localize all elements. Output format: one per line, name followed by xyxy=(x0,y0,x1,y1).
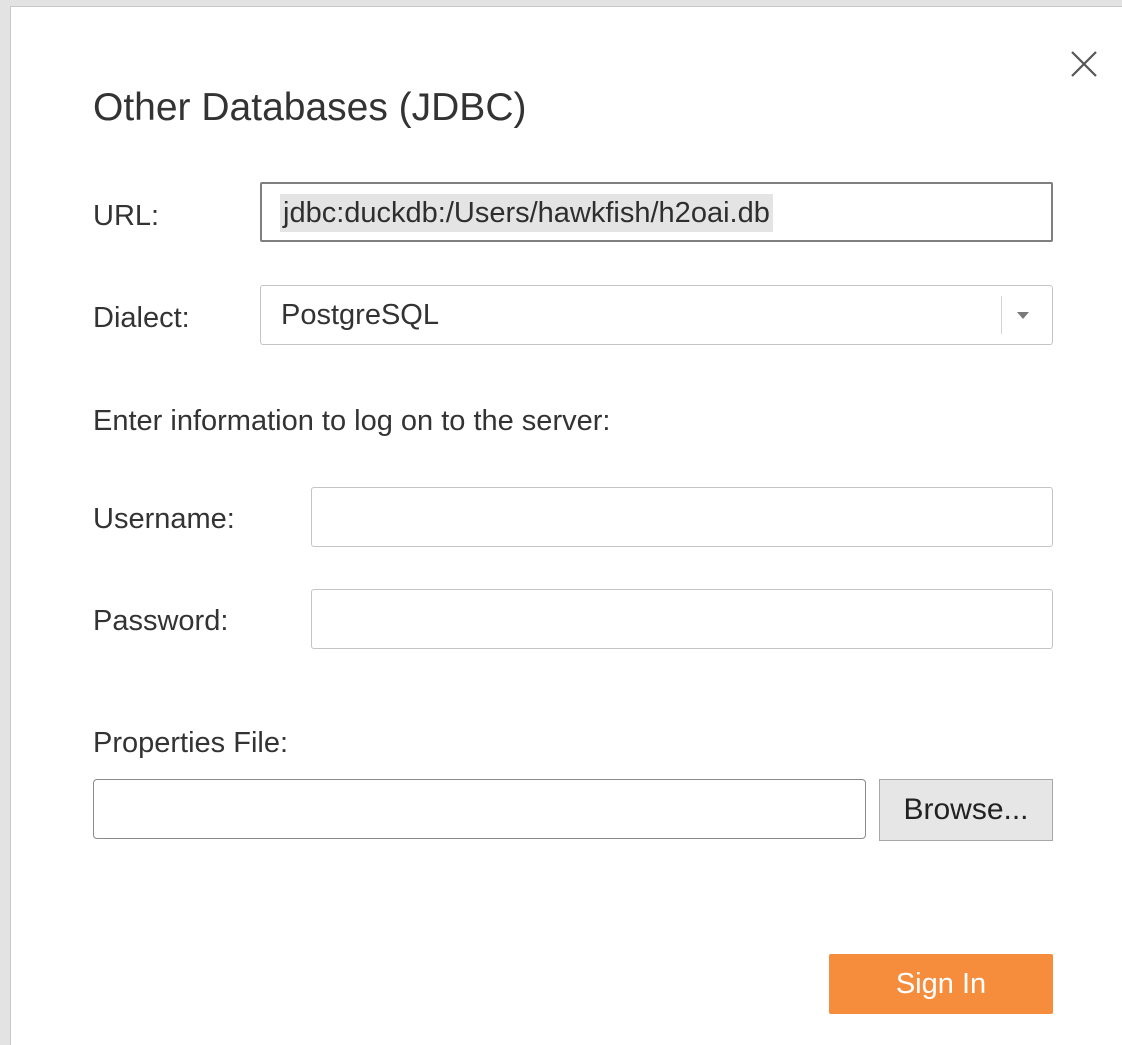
dialect-select[interactable]: PostgreSQL xyxy=(260,285,1053,345)
dialog-title: Other Databases (JDBC) xyxy=(93,86,527,129)
url-value-text: jdbc:duckdb:/Users/hawkfish/h2oai.db xyxy=(280,194,773,232)
chevron-down-icon[interactable] xyxy=(1015,308,1031,322)
sign-in-button[interactable]: Sign In xyxy=(829,954,1053,1014)
properties-file-input[interactable] xyxy=(93,779,866,839)
select-divider xyxy=(1001,296,1002,334)
dialect-selected-value: PostgreSQL xyxy=(281,299,439,331)
url-label: URL: xyxy=(93,200,160,232)
dialect-label: Dialect: xyxy=(93,302,190,334)
username-label: Username: xyxy=(93,503,235,535)
properties-file-label: Properties File: xyxy=(93,727,289,759)
password-input[interactable] xyxy=(311,589,1053,649)
url-field[interactable]: jdbc:duckdb:/Users/hawkfish/h2oai.db xyxy=(260,182,1053,242)
username-input[interactable] xyxy=(311,487,1053,547)
password-label: Password: xyxy=(93,605,229,637)
jdbc-connection-dialog: Other Databases (JDBC) URL: jdbc:duckdb:… xyxy=(10,6,1122,1045)
login-instruction: Enter information to log on to the serve… xyxy=(93,405,611,437)
browse-button[interactable]: Browse... xyxy=(879,779,1053,841)
close-icon[interactable] xyxy=(1069,49,1099,79)
